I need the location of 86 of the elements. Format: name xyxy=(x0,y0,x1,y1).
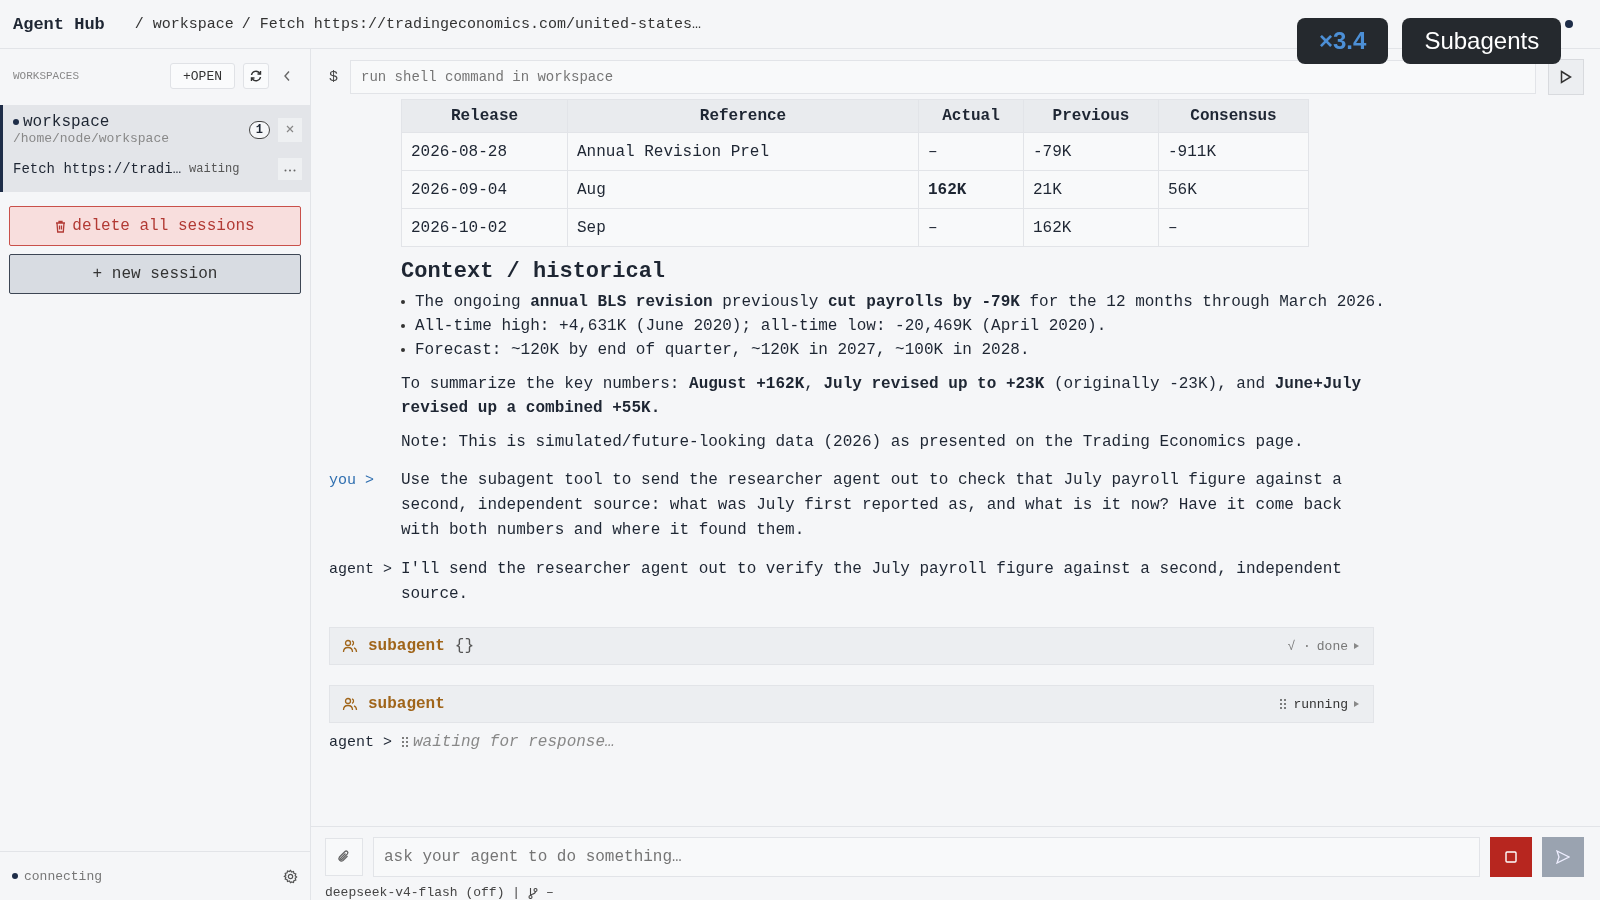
tool-status: running xyxy=(1293,696,1348,712)
table-cell: Annual Revision Prel xyxy=(567,132,919,171)
app-title: Agent Hub xyxy=(13,14,105,34)
done-mark: √ · xyxy=(1287,638,1311,654)
workspace-dot xyxy=(13,119,19,125)
tool-call-row[interactable]: subagent {} √ · done xyxy=(329,627,1374,665)
bullet-text: Forecast: ~120K by end of quarter, ~120K in 2027, ~100K in 2028. xyxy=(415,340,1030,361)
tool-call-row[interactable]: subagent running xyxy=(329,685,1374,723)
play-icon xyxy=(1560,70,1572,84)
connection-dot xyxy=(12,873,18,879)
tool-status: done xyxy=(1316,638,1348,654)
section-heading: WORKSPACES xyxy=(13,70,80,82)
table-cell: 162K xyxy=(918,170,1024,209)
column-header: Reference xyxy=(567,99,919,133)
waiting-text: waiting for response… xyxy=(413,733,615,751)
paragraph: To summarize the key numbers: August +162K, July revised up to +23K (originally -23K), and June+July revised up a combined +55K. xyxy=(401,374,1363,419)
tool-args: {} xyxy=(454,637,475,655)
refresh-button[interactable] xyxy=(243,63,269,89)
session-status: waiting xyxy=(189,162,241,176)
role-label: agent > xyxy=(329,733,393,751)
table-cell: – xyxy=(918,208,1024,247)
spinner-icon xyxy=(401,736,409,748)
send-icon xyxy=(1556,850,1570,864)
model-label: deepseek-v4-flash (off) | xyxy=(325,885,521,900)
delete-sessions-button[interactable]: delete all sessions xyxy=(9,206,301,246)
branch-icon xyxy=(528,886,539,899)
table-cell: 162K xyxy=(1023,208,1159,247)
stop-button[interactable] xyxy=(1490,837,1532,877)
bullet-text: The ongoing annual BLS revision previously cut payrolls by -79K for the 12 months through March 2026. xyxy=(415,292,1385,313)
spinner-icon xyxy=(1279,698,1288,710)
expand-icon xyxy=(1354,643,1359,649)
session-title[interactable]: Fetch https://tradi… xyxy=(13,161,182,177)
breadcrumb-item[interactable]: / Fetch https://tradingeconomics.com/united-states… xyxy=(241,15,701,33)
bullet-text: All-time high: +4,631K (June 2020); all-time low: -20,469K (April 2020). xyxy=(415,316,1107,337)
column-header: Previous xyxy=(1023,99,1159,133)
refresh-icon xyxy=(249,69,263,83)
close-icon xyxy=(286,125,294,133)
connection-status: connecting xyxy=(24,868,103,884)
table-cell: 2026-10-02 xyxy=(401,208,568,247)
new-session-button[interactable]: + new session xyxy=(9,254,301,294)
table-cell: 56K xyxy=(1158,170,1309,209)
column-header: Release xyxy=(401,99,568,133)
table-cell: 2026-08-28 xyxy=(401,132,568,171)
tool-name: subagent xyxy=(368,695,445,713)
table-cell: Aug xyxy=(567,170,919,209)
table-cell: -79K xyxy=(1023,132,1159,171)
bullet-icon xyxy=(401,348,405,352)
table-cell: 2026-09-04 xyxy=(401,170,568,209)
section-heading: Context / historical xyxy=(401,259,667,284)
trash-icon xyxy=(55,219,67,233)
attach-button[interactable] xyxy=(325,838,363,876)
tool-name: subagent xyxy=(368,637,445,655)
table-cell: Sep xyxy=(567,208,919,247)
users-icon xyxy=(342,638,358,654)
workspace-name: workspace xyxy=(23,113,110,131)
run-button[interactable] xyxy=(1548,59,1584,95)
open-button[interactable]: +OPEN xyxy=(170,63,235,89)
role-label: agent > xyxy=(329,560,393,580)
workspace-item[interactable]: workspace /home/node/workspace 1 Fetch https://tradi… waiting xyxy=(0,105,310,192)
table-cell: -911K xyxy=(1158,132,1309,171)
role-label: you > xyxy=(329,471,375,491)
paragraph: Note: This is simulated/future-looking data (2026) as presented on the Trading Economics page. xyxy=(401,432,1305,453)
message-text: I'll send the researcher agent out to verify the July payroll figure against a second, independent source. xyxy=(401,559,1343,605)
shell-command-field[interactable]: run shell command in workspace xyxy=(350,60,1536,94)
shell-prompt: $ xyxy=(329,68,338,86)
settings-icon[interactable] xyxy=(283,868,298,884)
column-header: Consensus xyxy=(1158,99,1309,133)
table-cell: 21K xyxy=(1023,170,1159,209)
breadcrumb-item[interactable]: / workspace xyxy=(134,15,234,33)
bullet-icon xyxy=(401,324,405,328)
bullet-icon xyxy=(401,300,405,304)
workspace-path: /home/node/workspace xyxy=(13,131,171,146)
stop-icon xyxy=(1505,851,1517,863)
users-icon xyxy=(342,696,358,712)
status-dot xyxy=(1565,20,1573,28)
branch-label: – xyxy=(546,885,554,900)
paperclip-icon xyxy=(337,849,351,865)
expand-icon xyxy=(1354,701,1359,707)
table-cell: – xyxy=(1158,208,1309,247)
column-header: Actual xyxy=(918,99,1024,133)
more-icon xyxy=(284,169,296,172)
table-cell: – xyxy=(918,132,1024,171)
session-count: 1 xyxy=(248,120,270,139)
overlay-label: Subagents xyxy=(1402,18,1562,64)
message-text: Use the subagent tool to send the researcher agent out to check that July payroll figure against a second, independent source: what was July first reported as, and what is it now? Have it come back with both numbers and where it found them. xyxy=(401,470,1343,541)
message-field[interactable]: ask your agent to do something… xyxy=(373,837,1480,877)
